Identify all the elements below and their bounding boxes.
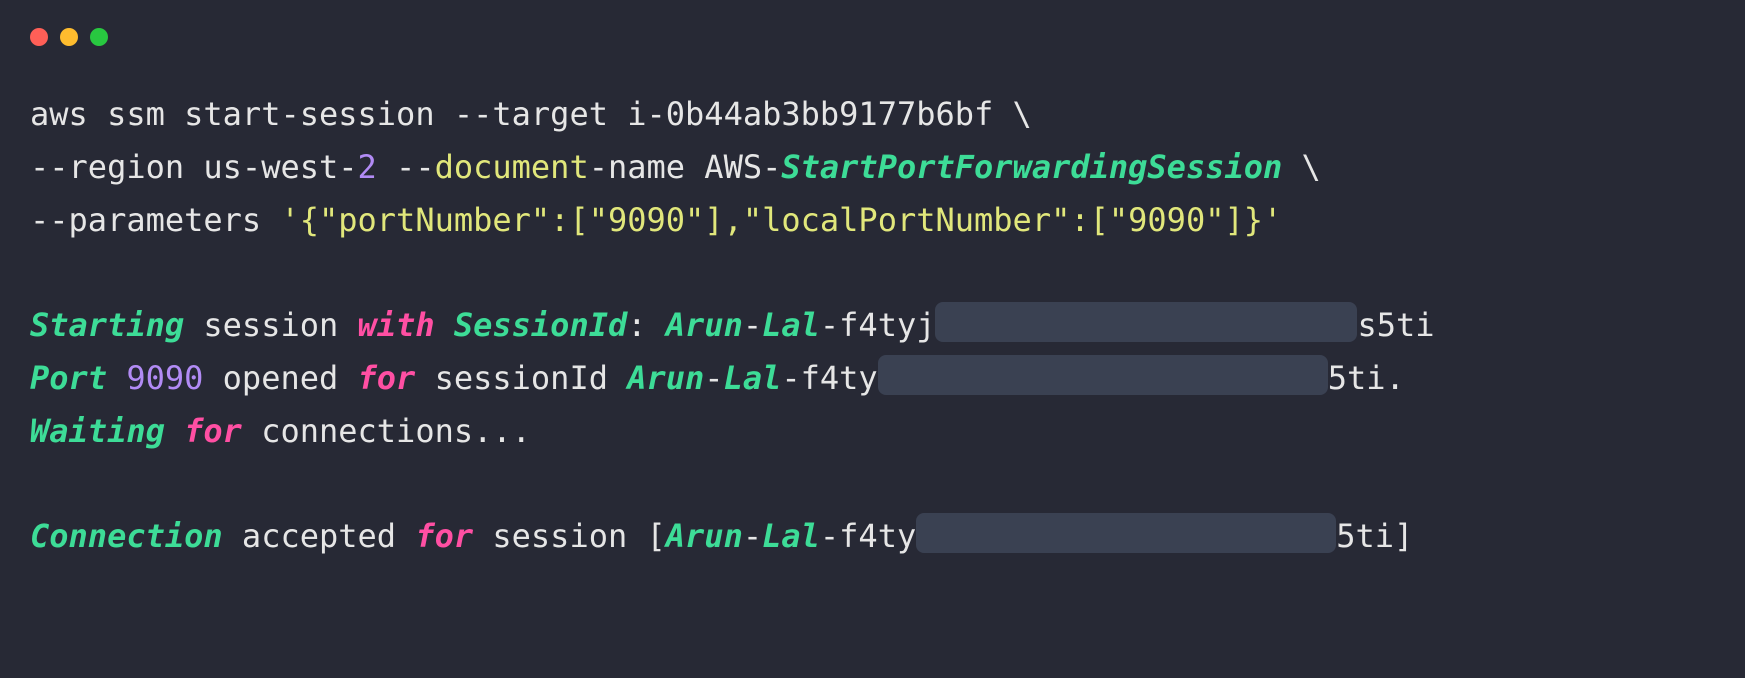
out-line-3: Waiting for connections... bbox=[30, 412, 531, 450]
cmd-text: aws ssm start-session bbox=[30, 95, 454, 133]
out-text bbox=[435, 306, 454, 344]
zoom-icon[interactable] bbox=[90, 28, 108, 46]
cmd-text: parameters bbox=[69, 201, 281, 239]
session-id-fragment: -f4ty bbox=[781, 359, 877, 397]
session-user: Lal bbox=[762, 517, 820, 555]
cmd-line-2: --region us-west-2 --document-name AWS-S… bbox=[30, 148, 1321, 186]
cmd-docname: StartPortForwardingSession bbox=[781, 148, 1282, 186]
out-text bbox=[107, 359, 126, 397]
session-id-fragment: 5ti. bbox=[1328, 359, 1405, 397]
kw-waiting: Waiting bbox=[30, 412, 165, 450]
session-user: Arun bbox=[666, 517, 743, 555]
out-text: accepted bbox=[223, 517, 416, 555]
terminal-output: aws ssm start-session --target i-0b44ab3… bbox=[30, 88, 1715, 563]
cmd-dash: -- bbox=[30, 201, 69, 239]
out-text: - bbox=[743, 306, 762, 344]
kw-with: with bbox=[358, 306, 435, 344]
cmd-number: 2 bbox=[358, 148, 377, 186]
kw-for: for bbox=[415, 517, 473, 555]
session-id-fragment: s5ti bbox=[1357, 306, 1434, 344]
redaction-mask bbox=[935, 302, 1357, 342]
session-id-fragment: -f4tyj bbox=[820, 306, 936, 344]
cmd-line-3: --parameters '{"portNumber":["9090"],"lo… bbox=[30, 201, 1282, 239]
terminal-window: aws ssm start-session --target i-0b44ab3… bbox=[0, 0, 1745, 678]
cmd-line-1: aws ssm start-session --target i-0b44ab3… bbox=[30, 95, 1032, 133]
minimize-icon[interactable] bbox=[60, 28, 78, 46]
cmd-text: -name bbox=[589, 148, 705, 186]
cmd-text: region us-west- bbox=[69, 148, 358, 186]
kw-connection: Connection bbox=[30, 517, 223, 555]
cmd-dash: -- bbox=[30, 148, 69, 186]
cmd-text: \ bbox=[1282, 148, 1321, 186]
out-text: session [ bbox=[473, 517, 666, 555]
redaction-mask bbox=[878, 355, 1328, 395]
session-user: Arun bbox=[666, 306, 743, 344]
out-text: opened bbox=[203, 359, 357, 397]
cmd-flag: document bbox=[435, 148, 589, 186]
session-user: Arun bbox=[627, 359, 704, 397]
out-line-1: Starting session with SessionId: Arun-La… bbox=[30, 306, 1435, 344]
out-text: session bbox=[184, 306, 357, 344]
kw-for: for bbox=[184, 412, 242, 450]
out-line-2: Port 9090 opened for sessionId Arun-Lal-… bbox=[30, 359, 1405, 397]
kw-starting: Starting bbox=[30, 306, 184, 344]
cmd-string: '{"portNumber":["9090"],"localPortNumber… bbox=[280, 201, 1282, 239]
session-id-fragment: -f4ty bbox=[820, 517, 916, 555]
out-text: sessionId bbox=[415, 359, 627, 397]
session-user: Lal bbox=[762, 306, 820, 344]
out-text bbox=[165, 412, 184, 450]
kw-sessionid: SessionId bbox=[454, 306, 627, 344]
out-text: : bbox=[627, 306, 666, 344]
out-line-4: Connection accepted for session [Arun-La… bbox=[30, 517, 1413, 555]
cmd-dash: -- bbox=[454, 95, 493, 133]
kw-port: Port bbox=[30, 359, 107, 397]
cmd-text: AWS- bbox=[704, 148, 781, 186]
port-number: 9090 bbox=[126, 359, 203, 397]
kw-for: for bbox=[358, 359, 416, 397]
redaction-mask bbox=[916, 513, 1336, 553]
cmd-text bbox=[377, 148, 396, 186]
session-user: Lal bbox=[724, 359, 782, 397]
out-text: - bbox=[743, 517, 762, 555]
window-traffic-lights bbox=[30, 28, 1715, 46]
session-id-fragment: 5ti] bbox=[1336, 517, 1413, 555]
close-icon[interactable] bbox=[30, 28, 48, 46]
out-text: connections... bbox=[242, 412, 531, 450]
cmd-text: target i-0b44ab3bb9177b6bf \ bbox=[492, 95, 1031, 133]
cmd-dash: -- bbox=[396, 148, 435, 186]
out-text: - bbox=[704, 359, 723, 397]
